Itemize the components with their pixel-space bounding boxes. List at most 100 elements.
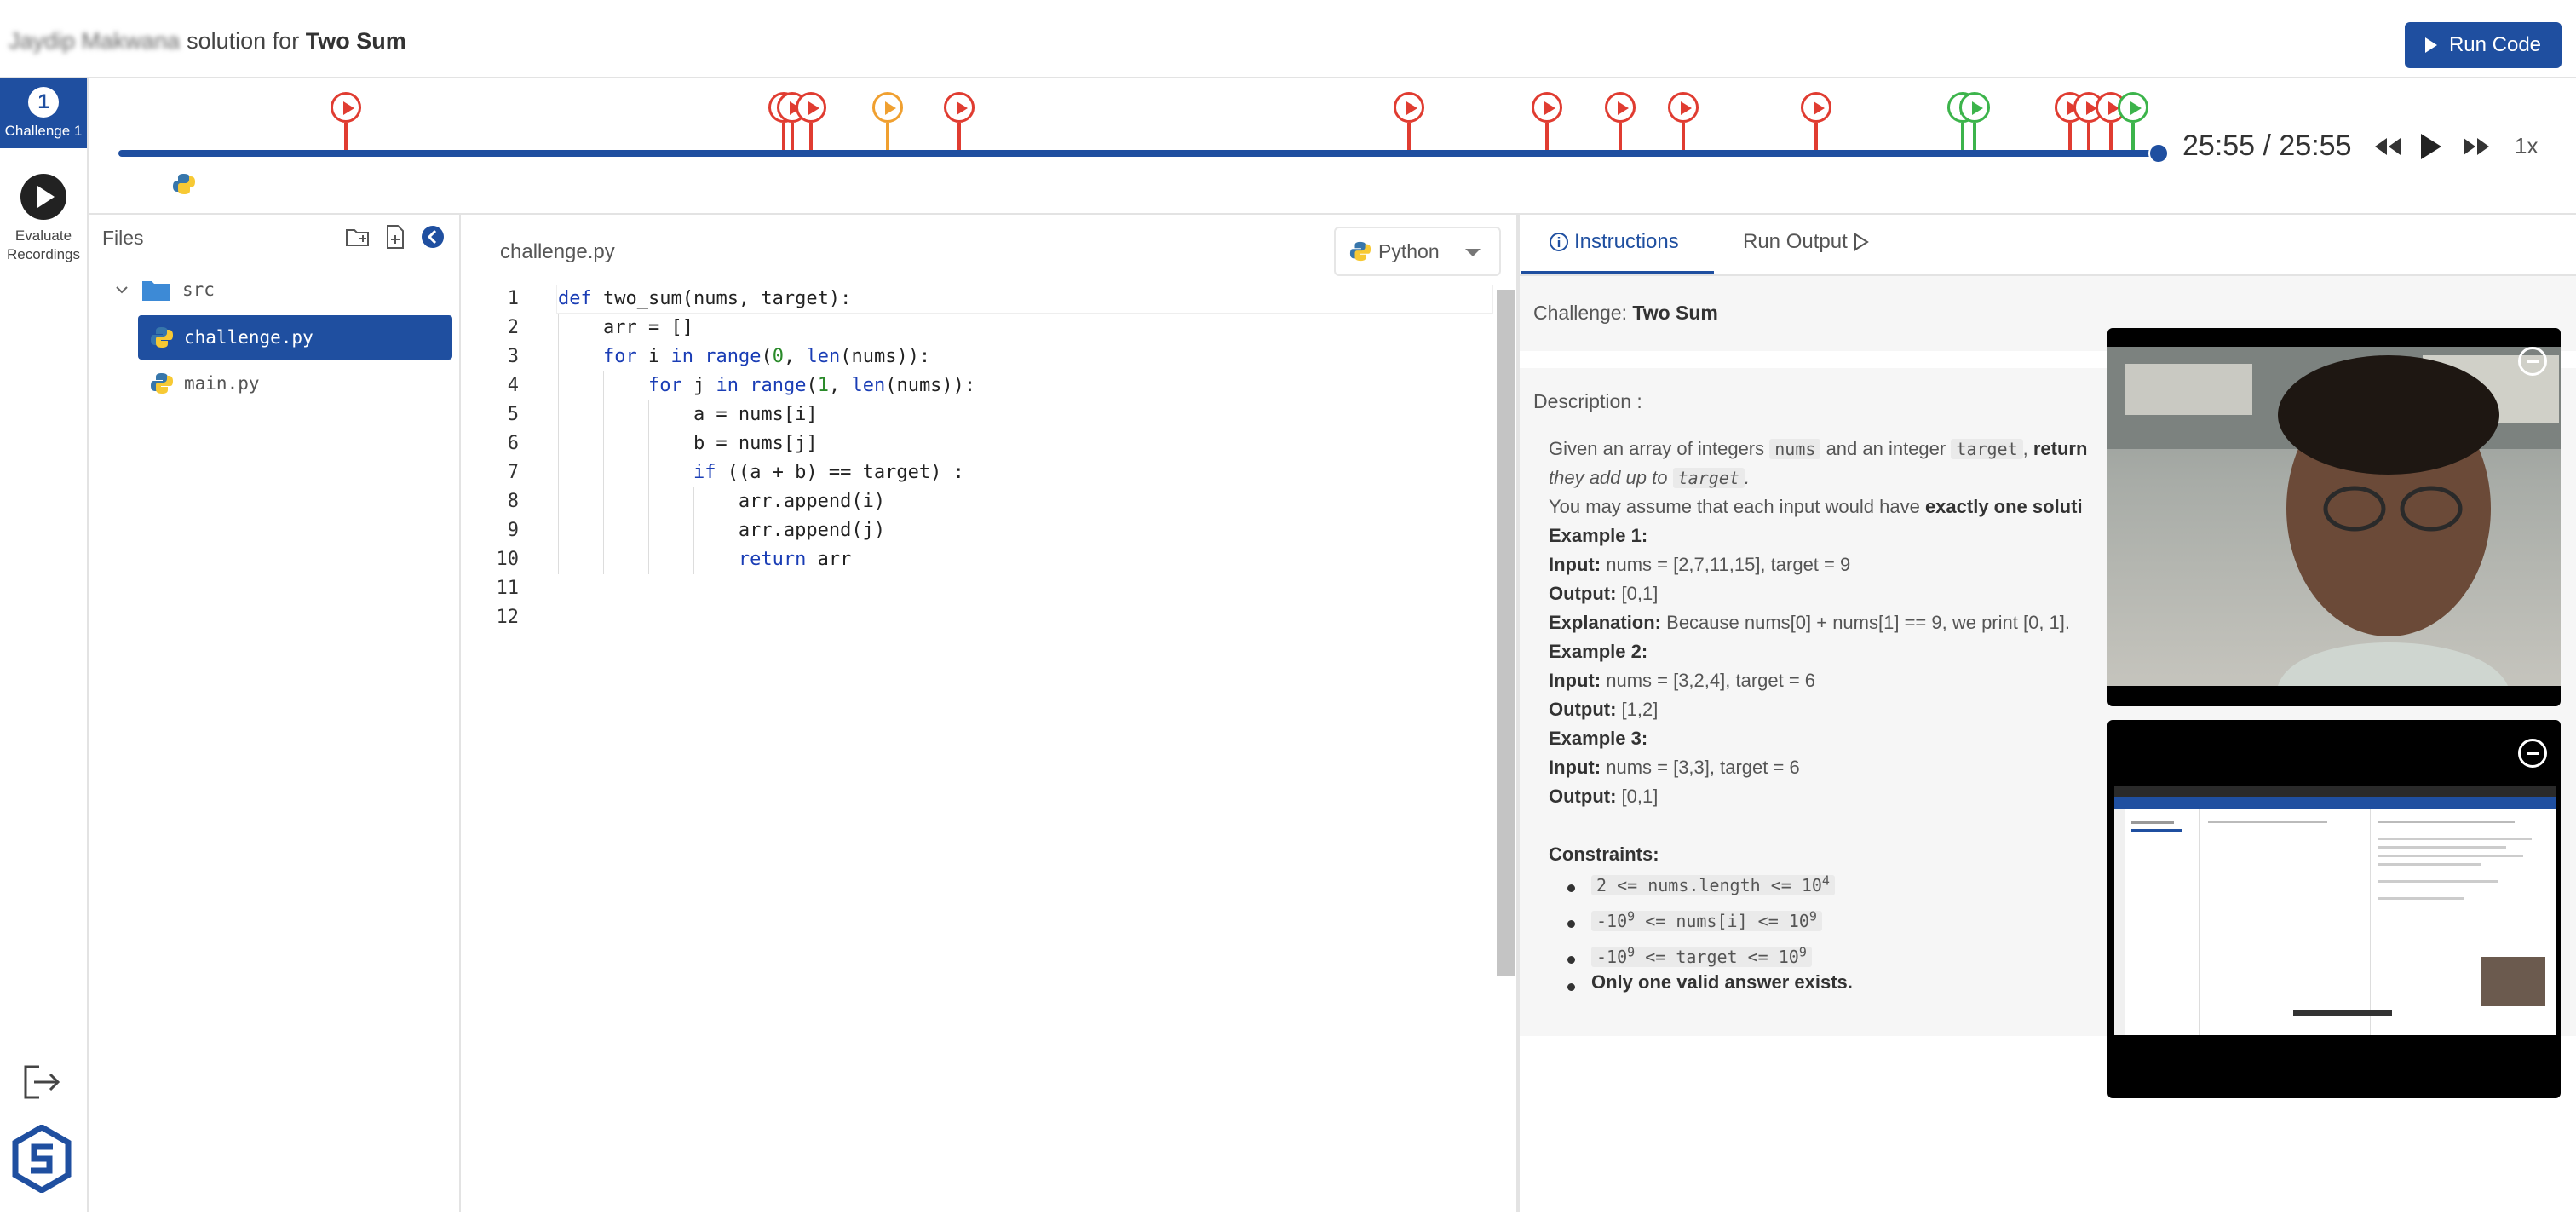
- timeline-event-marker[interactable]: [1801, 92, 1831, 157]
- timeline-event-marker[interactable]: [1605, 92, 1636, 157]
- line-number: 7: [507, 462, 519, 483]
- timeline-track[interactable]: [118, 150, 2159, 157]
- example-1-explanation: Explanation: Because nums[0] + nums[1] =…: [1549, 612, 2071, 633]
- line-number: 8: [507, 491, 519, 512]
- play-icon[interactable]: [2418, 131, 2443, 162]
- chevron-down-icon: [1465, 249, 1481, 256]
- code-line: 10 return arr: [461, 545, 1496, 574]
- header: Jaydip Makwana solution for Two Sum Run C…: [0, 0, 2576, 78]
- screen-recording-video[interactable]: [2107, 720, 2561, 1098]
- indent-guide: [603, 429, 604, 458]
- rewind-icon[interactable]: [2373, 131, 2402, 162]
- new-folder-icon[interactable]: [344, 223, 371, 250]
- folder-src[interactable]: src: [114, 278, 215, 302]
- line-number: 6: [507, 433, 519, 454]
- recordings-label: Recordings: [7, 246, 80, 262]
- code-text: for j in range(1, len(nums)):: [647, 375, 976, 396]
- challenge-title: Challenge: Two Sum: [1533, 302, 1718, 324]
- tab-instructions-label: Instructions: [1574, 230, 1679, 253]
- folder-icon: [142, 281, 170, 301]
- indent-guide: [693, 545, 694, 574]
- files-header: Files: [102, 227, 144, 249]
- code-line: 8 arr.append(i): [461, 487, 1496, 516]
- logout-icon[interactable]: [22, 1063, 63, 1101]
- python-icon: [1349, 241, 1371, 262]
- tab-run-output-label: Run Output: [1743, 230, 1848, 253]
- code-text: def two_sum(nums, target):: [558, 288, 852, 309]
- challenge-1-tab[interactable]: 1 Challenge 1: [0, 78, 87, 148]
- code-line: 5 a = nums[i]: [461, 400, 1496, 429]
- file-challenge-py[interactable]: challenge.py: [138, 315, 452, 360]
- code-line: 6 b = nums[j]: [461, 429, 1496, 458]
- file-name: main.py: [184, 373, 260, 394]
- example-2-output: Output: [1,2]: [1549, 699, 1659, 720]
- title-challenge-name: Two Sum: [305, 28, 406, 54]
- tab-instructions[interactable]: Instructions: [1549, 230, 1679, 254]
- collapse-panel-icon[interactable]: [419, 223, 446, 250]
- file-main-py[interactable]: main.py: [138, 361, 452, 406]
- timeline-event-marker[interactable]: [1668, 92, 1699, 157]
- code-text: arr.append(i): [558, 491, 886, 512]
- assume-line: You may assume that each input would hav…: [1549, 496, 2083, 517]
- constraint-2: -109 <= nums[i] <= 109: [1591, 908, 1822, 932]
- indent-guide: [558, 371, 559, 400]
- chevron-down-icon: [116, 286, 128, 294]
- indent-guide: [558, 429, 559, 458]
- timeline-event-marker[interactable]: [1532, 92, 1562, 157]
- code-text: arr = []: [558, 317, 693, 338]
- minimize-icon[interactable]: [2518, 739, 2547, 768]
- code-line: 4 for j in range(1, len(nums)):: [461, 371, 1496, 400]
- play-circle-icon: [20, 174, 66, 220]
- timeline-event-marker[interactable]: [944, 92, 975, 157]
- indent-guide: [603, 371, 604, 400]
- playback-speed[interactable]: 1x: [2515, 133, 2538, 159]
- left-rail: 1 Challenge 1 Evaluate Recordings: [0, 78, 89, 1212]
- timeline-event-marker[interactable]: [1959, 92, 1990, 157]
- playback-time: 25:55 / 25:55: [2182, 130, 2352, 162]
- fast-forward-icon[interactable]: [2462, 131, 2491, 162]
- recording-timeline: 25:55 / 25:55 1x: [89, 78, 2576, 215]
- python-icon: [151, 373, 173, 394]
- timeline-event-marker[interactable]: [1394, 92, 1424, 157]
- code-line: 9 arr.append(j): [461, 516, 1496, 545]
- timeline-scrubber[interactable]: [2148, 143, 2169, 164]
- editor-filename: challenge.py: [500, 240, 615, 263]
- evaluate-recordings-button[interactable]: Evaluate Recordings: [0, 174, 87, 264]
- line-number: 3: [507, 346, 519, 367]
- new-file-icon[interactable]: [382, 223, 409, 250]
- line-number: 1: [507, 288, 519, 309]
- indent-guide: [648, 458, 649, 487]
- code-text: arr.append(j): [558, 520, 886, 541]
- candidate-name: Jaydip Makwana: [9, 28, 181, 54]
- run-code-button[interactable]: Run Code: [2405, 22, 2562, 68]
- constraint-1: 2 <= nums.length <= 104: [1591, 872, 1835, 896]
- tab-run-output[interactable]: Run Output: [1743, 230, 1870, 254]
- indent-guide: [558, 343, 559, 371]
- indent-guide: [558, 545, 559, 574]
- code-line: 2 arr = []: [461, 314, 1496, 343]
- example-3-heading: Example 3:: [1549, 728, 1648, 749]
- timeline-event-marker[interactable]: [2118, 92, 2148, 157]
- example-1-heading: Example 1:: [1549, 525, 1648, 546]
- challenge-number: 1: [28, 87, 59, 118]
- indent-guide: [558, 516, 559, 545]
- timeline-event-marker[interactable]: [331, 92, 361, 157]
- indent-guide: [693, 516, 694, 545]
- python-icon: [173, 174, 195, 194]
- timeline-event-marker[interactable]: [796, 92, 826, 157]
- minimize-icon[interactable]: [2518, 347, 2547, 376]
- indent-guide: [603, 458, 604, 487]
- folder-name: src: [182, 279, 215, 300]
- webcam-video[interactable]: [2107, 328, 2561, 706]
- example-2-input: Input: nums = [3,2,4], target = 6: [1549, 670, 1816, 691]
- evaluate-label: Evaluate: [14, 227, 72, 244]
- run-code-label: Run Code: [2448, 33, 2542, 56]
- example-3-input: Input: nums = [3,3], target = 6: [1549, 757, 1800, 778]
- file-name: challenge.py: [184, 327, 313, 348]
- editor-scrollbar[interactable]: [1497, 290, 1515, 976]
- language-select[interactable]: Python: [1334, 227, 1501, 276]
- line-number: 4: [507, 375, 519, 396]
- indent-guide: [648, 429, 649, 458]
- code-text: a = nums[i]: [558, 404, 818, 425]
- timeline-event-marker[interactable]: [872, 92, 903, 157]
